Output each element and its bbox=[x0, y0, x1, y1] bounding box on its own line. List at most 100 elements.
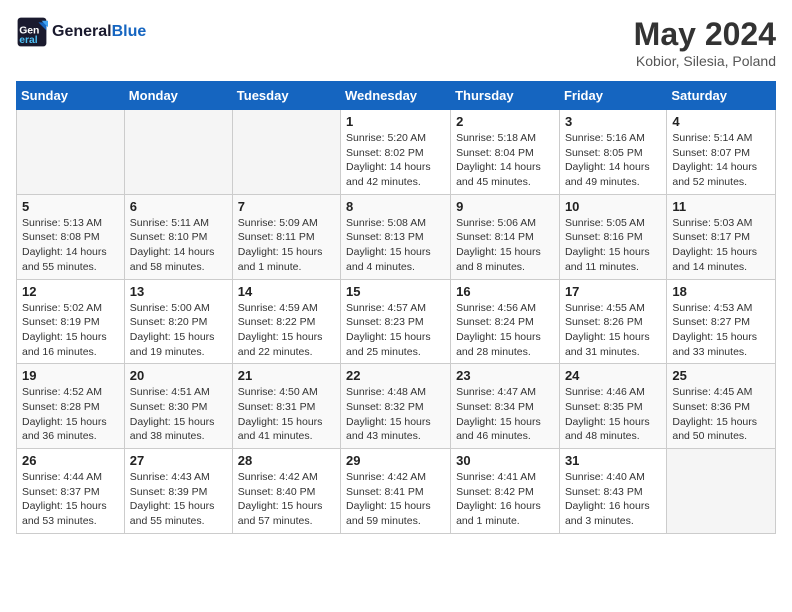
day-number: 31 bbox=[565, 453, 661, 468]
day-cell: 10Sunrise: 5:05 AMSunset: 8:16 PMDayligh… bbox=[559, 194, 666, 279]
day-info: Sunrise: 4:42 AMSunset: 8:40 PMDaylight:… bbox=[238, 470, 335, 529]
day-info: Sunrise: 4:42 AMSunset: 8:41 PMDaylight:… bbox=[346, 470, 445, 529]
week-row-5: 26Sunrise: 4:44 AMSunset: 8:37 PMDayligh… bbox=[17, 449, 776, 534]
day-cell: 26Sunrise: 4:44 AMSunset: 8:37 PMDayligh… bbox=[17, 449, 125, 534]
page-header: Gen eral GeneralBlue May 2024 Kobior, Si… bbox=[16, 16, 776, 69]
day-cell bbox=[232, 110, 340, 195]
day-number: 28 bbox=[238, 453, 335, 468]
day-info: Sunrise: 4:48 AMSunset: 8:32 PMDaylight:… bbox=[346, 385, 445, 444]
weekday-header-sunday: Sunday bbox=[17, 82, 125, 110]
day-number: 15 bbox=[346, 284, 445, 299]
day-cell: 20Sunrise: 4:51 AMSunset: 8:30 PMDayligh… bbox=[124, 364, 232, 449]
logo-icon: Gen eral bbox=[16, 16, 48, 48]
day-info: Sunrise: 4:45 AMSunset: 8:36 PMDaylight:… bbox=[672, 385, 770, 444]
day-number: 21 bbox=[238, 368, 335, 383]
day-number: 7 bbox=[238, 199, 335, 214]
day-number: 24 bbox=[565, 368, 661, 383]
day-number: 12 bbox=[22, 284, 119, 299]
day-number: 4 bbox=[672, 114, 770, 129]
day-cell: 8 Sunrise: 5:08 AMSunset: 8:13 PMDaylight… bbox=[341, 194, 451, 279]
day-info: Sunrise: 5:03 AMSunset: 8:17 PMDaylight:… bbox=[672, 216, 770, 275]
day-cell: 16 Sunrise: 4:56 AMSunset: 8:24 PMDayligh… bbox=[451, 279, 560, 364]
day-cell: 5 Sunrise: 5:13 AMSunset: 8:08 PMDaylight… bbox=[17, 194, 125, 279]
day-cell: 11 Sunrise: 5:03 AMSunset: 8:17 PMDayligh… bbox=[667, 194, 776, 279]
day-number: 2 bbox=[456, 114, 554, 129]
day-number: 9 bbox=[456, 199, 554, 214]
day-cell: 21 Sunrise: 4:50 AMSunset: 8:31 PMDayligh… bbox=[232, 364, 340, 449]
day-number: 10 bbox=[565, 199, 661, 214]
day-info: Sunrise: 5:08 AMSunset: 8:13 PMDaylight:… bbox=[346, 216, 445, 275]
calendar-table: SundayMondayTuesdayWednesdayThursdayFrid… bbox=[16, 81, 776, 534]
day-cell: 14 Sunrise: 4:59 AMSunset: 8:22 PMDayligh… bbox=[232, 279, 340, 364]
day-number: 22 bbox=[346, 368, 445, 383]
day-cell: 1 Sunrise: 5:20 AMSunset: 8:02 PMDaylight… bbox=[341, 110, 451, 195]
day-info: Sunrise: 5:00 AMSunset: 8:20 PMDaylight:… bbox=[130, 301, 227, 360]
day-number: 14 bbox=[238, 284, 335, 299]
day-cell: 12 Sunrise: 5:02 AMSunset: 8:19 PMDayligh… bbox=[17, 279, 125, 364]
day-info: Sunrise: 4:55 AMSunset: 8:26 PMDaylight:… bbox=[565, 301, 661, 360]
day-info: Sunrise: 5:02 AMSunset: 8:19 PMDaylight:… bbox=[22, 301, 119, 360]
day-number: 5 bbox=[22, 199, 119, 214]
day-info: Sunrise: 4:41 AMSunset: 8:42 PMDaylight:… bbox=[456, 470, 554, 529]
day-number: 18 bbox=[672, 284, 770, 299]
day-info: Sunrise: 5:13 AMSunset: 8:08 PMDaylight:… bbox=[22, 216, 119, 275]
day-cell: 6Sunrise: 5:11 AMSunset: 8:10 PMDaylight… bbox=[124, 194, 232, 279]
day-number: 13 bbox=[130, 284, 227, 299]
day-info: Sunrise: 4:46 AMSunset: 8:35 PMDaylight:… bbox=[565, 385, 661, 444]
day-cell: 13 Sunrise: 5:00 AMSunset: 8:20 PMDayligh… bbox=[124, 279, 232, 364]
day-cell: 3 Sunrise: 5:16 AMSunset: 8:05 PMDaylight… bbox=[559, 110, 666, 195]
day-info: Sunrise: 4:44 AMSunset: 8:37 PMDaylight:… bbox=[22, 470, 119, 529]
logo-blue: Blue bbox=[112, 23, 147, 40]
day-cell: 30 Sunrise: 4:41 AMSunset: 8:42 PMDayligh… bbox=[451, 449, 560, 534]
day-number: 8 bbox=[346, 199, 445, 214]
day-number: 3 bbox=[565, 114, 661, 129]
day-number: 1 bbox=[346, 114, 445, 129]
day-cell bbox=[124, 110, 232, 195]
month-year-title: May 2024 bbox=[634, 16, 776, 53]
day-number: 29 bbox=[346, 453, 445, 468]
day-number: 16 bbox=[456, 284, 554, 299]
day-info: Sunrise: 4:47 AMSunset: 8:34 PMDaylight:… bbox=[456, 385, 554, 444]
day-number: 30 bbox=[456, 453, 554, 468]
day-cell: 19 Sunrise: 4:52 AMSunset: 8:28 PMDayligh… bbox=[17, 364, 125, 449]
day-info: Sunrise: 5:14 AMSunset: 8:07 PMDaylight:… bbox=[672, 131, 770, 190]
day-info: Sunrise: 4:43 AMSunset: 8:39 PMDaylight:… bbox=[130, 470, 227, 529]
day-cell: 22 Sunrise: 4:48 AMSunset: 8:32 PMDayligh… bbox=[341, 364, 451, 449]
logo-general: General bbox=[52, 23, 112, 40]
day-cell bbox=[667, 449, 776, 534]
week-row-4: 19 Sunrise: 4:52 AMSunset: 8:28 PMDayligh… bbox=[17, 364, 776, 449]
day-cell: 7Sunrise: 5:09 AMSunset: 8:11 PMDaylight… bbox=[232, 194, 340, 279]
day-info: Sunrise: 4:59 AMSunset: 8:22 PMDaylight:… bbox=[238, 301, 335, 360]
svg-text:eral: eral bbox=[19, 35, 38, 46]
day-cell: 27Sunrise: 4:43 AMSunset: 8:39 PMDayligh… bbox=[124, 449, 232, 534]
weekday-header-row: SundayMondayTuesdayWednesdayThursdayFrid… bbox=[17, 82, 776, 110]
day-info: Sunrise: 4:51 AMSunset: 8:30 PMDaylight:… bbox=[130, 385, 227, 444]
logo: Gen eral GeneralBlue bbox=[16, 16, 146, 48]
day-info: Sunrise: 5:06 AMSunset: 8:14 PMDaylight:… bbox=[456, 216, 554, 275]
day-number: 23 bbox=[456, 368, 554, 383]
day-number: 19 bbox=[22, 368, 119, 383]
day-cell: 2 Sunrise: 5:18 AMSunset: 8:04 PMDaylight… bbox=[451, 110, 560, 195]
day-number: 6 bbox=[130, 199, 227, 214]
day-number: 11 bbox=[672, 199, 770, 214]
day-info: Sunrise: 5:16 AMSunset: 8:05 PMDaylight:… bbox=[565, 131, 661, 190]
weekday-header-tuesday: Tuesday bbox=[232, 82, 340, 110]
day-info: Sunrise: 4:56 AMSunset: 8:24 PMDaylight:… bbox=[456, 301, 554, 360]
day-info: Sunrise: 5:20 AMSunset: 8:02 PMDaylight:… bbox=[346, 131, 445, 190]
weekday-header-wednesday: Wednesday bbox=[341, 82, 451, 110]
week-row-3: 12 Sunrise: 5:02 AMSunset: 8:19 PMDayligh… bbox=[17, 279, 776, 364]
weekday-header-friday: Friday bbox=[559, 82, 666, 110]
day-info: Sunrise: 4:57 AMSunset: 8:23 PMDaylight:… bbox=[346, 301, 445, 360]
day-cell: 9 Sunrise: 5:06 AMSunset: 8:14 PMDaylight… bbox=[451, 194, 560, 279]
day-info: Sunrise: 4:40 AMSunset: 8:43 PMDaylight:… bbox=[565, 470, 661, 529]
weekday-header-monday: Monday bbox=[124, 82, 232, 110]
day-info: Sunrise: 4:50 AMSunset: 8:31 PMDaylight:… bbox=[238, 385, 335, 444]
day-cell: 18Sunrise: 4:53 AMSunset: 8:27 PMDayligh… bbox=[667, 279, 776, 364]
day-info: Sunrise: 5:18 AMSunset: 8:04 PMDaylight:… bbox=[456, 131, 554, 190]
day-cell: 23 Sunrise: 4:47 AMSunset: 8:34 PMDayligh… bbox=[451, 364, 560, 449]
weekday-header-thursday: Thursday bbox=[451, 82, 560, 110]
day-cell: 17Sunrise: 4:55 AMSunset: 8:26 PMDayligh… bbox=[559, 279, 666, 364]
location-subtitle: Kobior, Silesia, Poland bbox=[634, 53, 776, 69]
week-row-2: 5 Sunrise: 5:13 AMSunset: 8:08 PMDaylight… bbox=[17, 194, 776, 279]
day-info: Sunrise: 4:52 AMSunset: 8:28 PMDaylight:… bbox=[22, 385, 119, 444]
